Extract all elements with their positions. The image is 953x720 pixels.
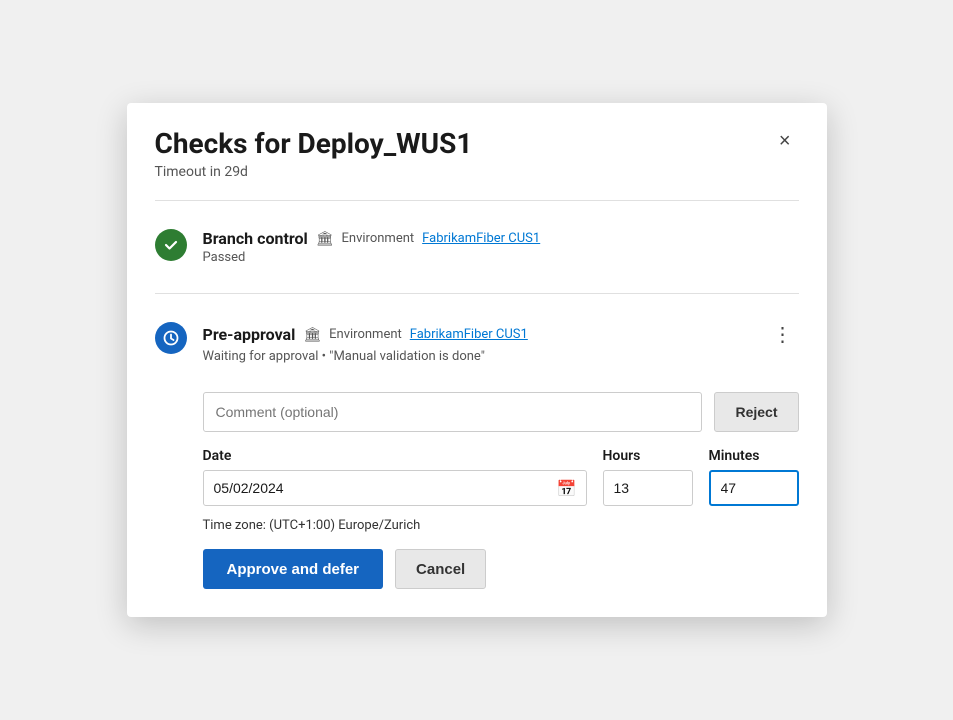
hours-field-group: Hours <box>603 448 693 506</box>
approval-form: Reject Date 📅 Hours Minutes Time zone: (… <box>155 392 799 589</box>
pre-approval-content: Pre-approval 🏛 Environment FabrikamFiber… <box>203 322 799 364</box>
branch-control-item: Branch control 🏛 Environment FabrikamFib… <box>155 217 799 277</box>
date-input-wrapper: 📅 <box>203 470 587 506</box>
date-time-row: Date 📅 Hours Minutes <box>203 448 799 506</box>
branch-control-env-icon: 🏛 <box>316 231 334 247</box>
close-button[interactable]: × <box>771 127 799 155</box>
pre-approval-item: Pre-approval 🏛 Environment FabrikamFiber… <box>155 310 799 376</box>
pre-approval-status-icon <box>155 322 187 354</box>
reject-button[interactable]: Reject <box>714 392 798 432</box>
modal-subtitle: Timeout in 29d <box>155 164 473 180</box>
cancel-button[interactable]: Cancel <box>395 549 486 589</box>
date-label: Date <box>203 448 587 464</box>
date-field-group: Date 📅 <box>203 448 587 506</box>
pre-approval-title-row: Pre-approval 🏛 Environment FabrikamFiber… <box>203 322 799 347</box>
checks-modal: Checks for Deploy_WUS1 Timeout in 29d × … <box>127 103 827 618</box>
pre-approval-status: Waiting for approval • "Manual validatio… <box>203 349 799 364</box>
pre-approval-more-button[interactable]: ⋮ <box>769 322 799 347</box>
divider-mid <box>155 293 799 294</box>
hours-input[interactable] <box>603 470 693 506</box>
pre-approval-env-icon: 🏛 <box>303 327 321 343</box>
pre-approval-env-link[interactable]: FabrikamFiber CUS1 <box>410 327 528 342</box>
comment-reject-row: Reject <box>203 392 799 432</box>
branch-control-env-link[interactable]: FabrikamFiber CUS1 <box>422 231 540 246</box>
action-row: Approve and defer Cancel <box>203 549 799 589</box>
minutes-field-group: Minutes <box>709 448 799 506</box>
modal-header: Checks for Deploy_WUS1 Timeout in 29d × <box>155 127 799 181</box>
branch-control-status-icon <box>155 229 187 261</box>
divider-top <box>155 200 799 201</box>
pre-approval-env-label: Environment <box>329 327 402 342</box>
branch-control-content: Branch control 🏛 Environment FabrikamFib… <box>203 229 799 265</box>
branch-control-status: Passed <box>203 250 799 265</box>
pre-approval-name: Pre-approval <box>203 325 296 344</box>
modal-title-block: Checks for Deploy_WUS1 Timeout in 29d <box>155 127 473 181</box>
timezone-text: Time zone: (UTC+1:00) Europe/Zurich <box>203 518 799 533</box>
branch-control-name: Branch control <box>203 229 308 248</box>
minutes-input[interactable] <box>709 470 799 506</box>
modal-title: Checks for Deploy_WUS1 <box>155 127 473 161</box>
branch-control-env-label: Environment <box>342 231 415 246</box>
minutes-label: Minutes <box>709 448 799 464</box>
branch-control-title-row: Branch control 🏛 Environment FabrikamFib… <box>203 229 799 248</box>
comment-input[interactable] <box>203 392 703 432</box>
hours-label: Hours <box>603 448 693 464</box>
date-input[interactable] <box>203 470 587 506</box>
approve-defer-button[interactable]: Approve and defer <box>203 549 384 589</box>
